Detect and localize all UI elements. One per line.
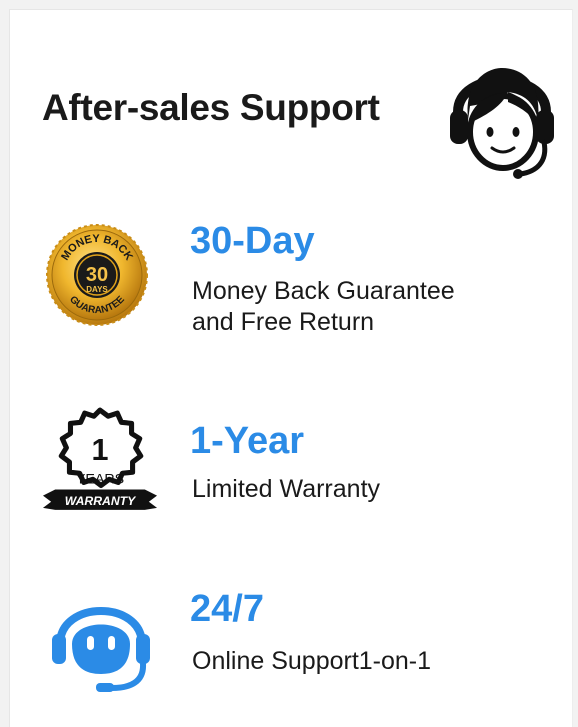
headset-support-icon (52, 607, 150, 692)
feature-headline: 30-Day (190, 220, 315, 262)
feature-description: Online Support1-on-1 (192, 647, 432, 675)
badge-number: 30 (86, 264, 108, 286)
badge-years: YEARS (76, 471, 124, 487)
feature-headline: 24/7 (190, 588, 264, 630)
badge-number: 1 (92, 433, 109, 467)
money-back-seal-icon: MONEY BACK GUARANTEE 30 DAYS (46, 224, 148, 326)
feature-description: Money Back Guarantee and Free Return (192, 277, 455, 336)
feature-headline: 1-Year (190, 420, 305, 462)
customer-service-headset-icon (450, 68, 554, 179)
warranty-badge-icon: 1 YEARS WARRANTY (42, 407, 158, 510)
after-sales-support-card: After-sales Support MONEY BACK GUARANTEE… (9, 9, 573, 727)
badge-ribbon: WARRANTY (65, 494, 137, 508)
feature-money-back: MONEY BACK GUARANTEE 30 DAYS 30-Day Mone… (10, 206, 574, 356)
feature-online-support: 24/7 Online Support1-on-1 (10, 584, 574, 704)
feature-description: Limited Warranty (192, 475, 381, 503)
page-title: After-sales Support (42, 87, 380, 128)
badge-days: DAYS (86, 285, 108, 294)
feature-warranty: 1 YEARS WARRANTY 1-Year Limited Warranty (10, 404, 574, 534)
